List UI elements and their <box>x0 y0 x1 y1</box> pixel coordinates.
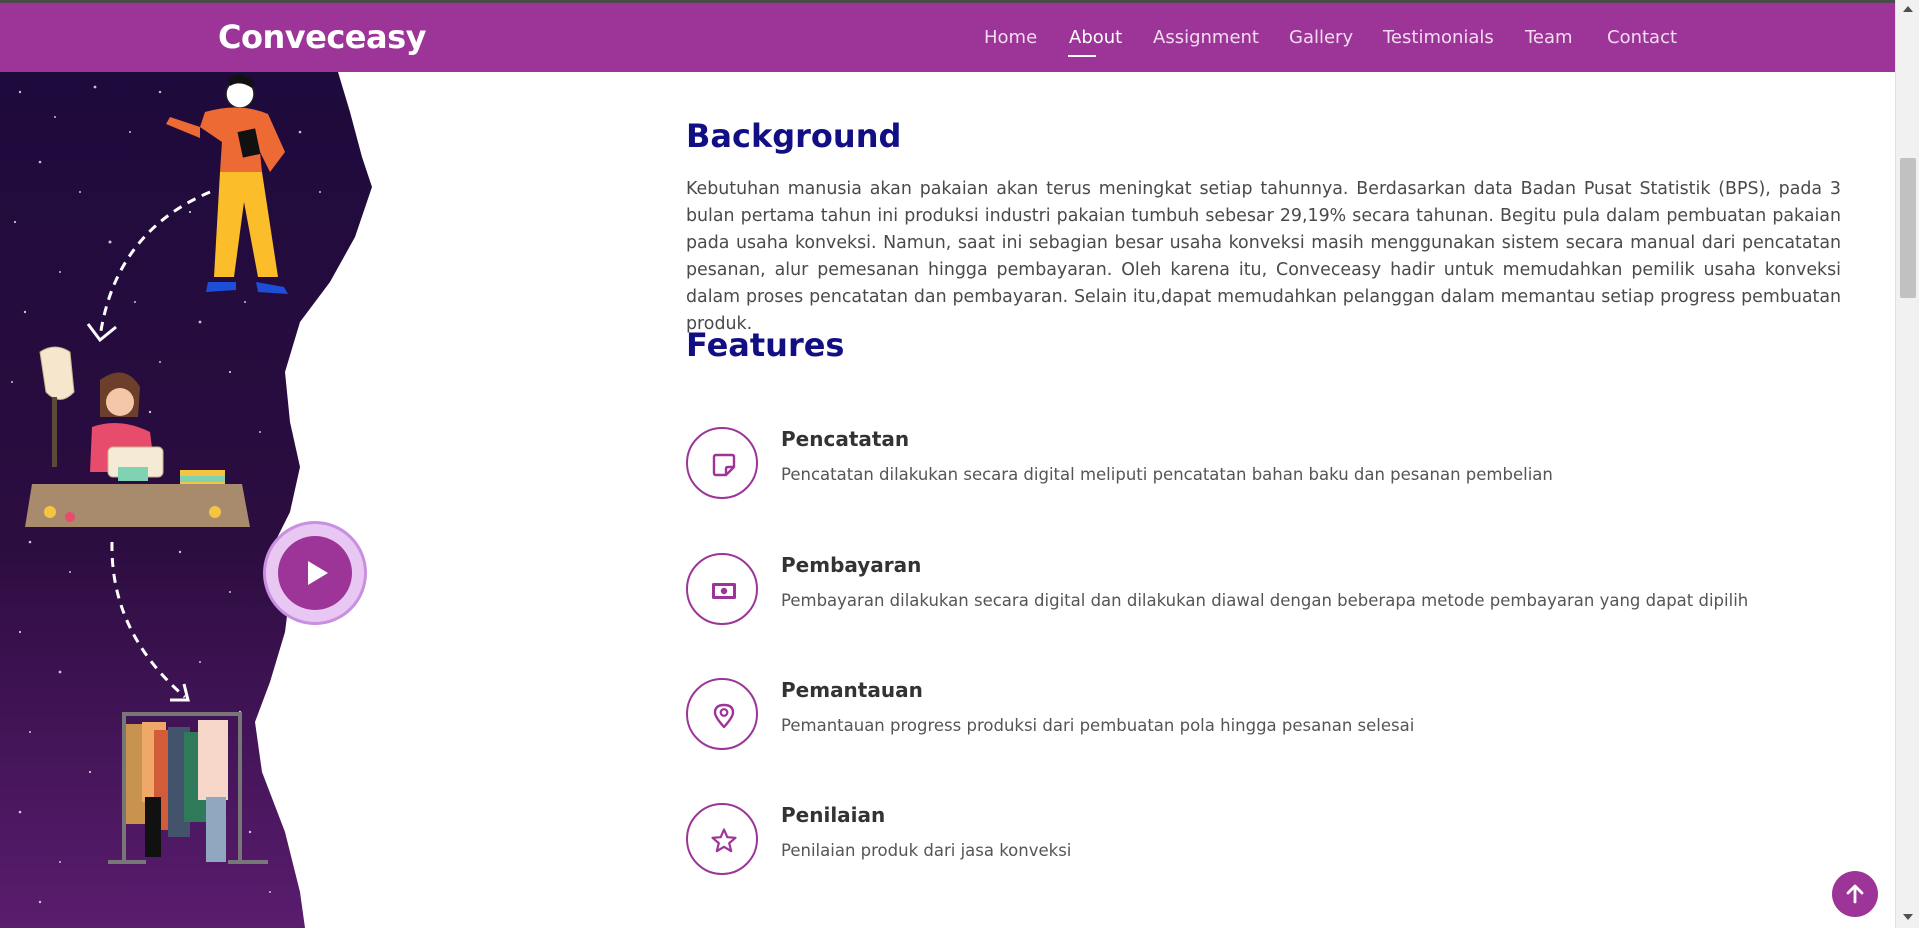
feature-icon-circle <box>686 427 758 499</box>
feature-description: Pembayaran dilakukan secara digital dan … <box>781 591 1749 610</box>
feature-item-pembayaran: Pembayaran Pembayaran dilakukan secara d… <box>686 553 1836 633</box>
play-icon <box>308 561 328 585</box>
scroll-down-arrow[interactable] <box>1903 914 1913 920</box>
background-heading: Background <box>686 117 902 155</box>
feature-title: Pembayaran <box>781 553 922 577</box>
feature-item-penilaian: Penilaian Penilaian produk dari jasa kon… <box>686 803 1836 883</box>
nav-testimonials[interactable]: Testimonials <box>1383 27 1494 48</box>
scroll-up-arrow[interactable] <box>1903 6 1913 12</box>
feature-item-pemantauan: Pemantauan Pemantauan progress produksi … <box>686 678 1836 758</box>
play-button[interactable] <box>278 536 352 610</box>
feature-item-pencatatan: Pencatatan Pencatatan dilakukan secara d… <box>686 427 1836 507</box>
feature-description: Penilaian produk dari jasa konveksi <box>781 841 1072 860</box>
tailoring-process-illustration <box>0 72 372 928</box>
arrow-up-icon <box>1846 884 1864 904</box>
scrollbar-thumb[interactable] <box>1900 158 1916 298</box>
cash-icon <box>712 583 736 599</box>
active-nav-indicator <box>1068 55 1096 57</box>
nav-team[interactable]: Team <box>1525 27 1573 48</box>
feature-title: Pencatatan <box>781 427 910 451</box>
nav-gallery[interactable]: Gallery <box>1289 27 1353 48</box>
star-icon <box>711 828 737 853</box>
page-scrollbar[interactable] <box>1895 0 1919 928</box>
nav-assignment[interactable]: Assignment <box>1153 27 1259 48</box>
main-nav: Home About Assignment Gallery Testimonia… <box>0 27 1895 57</box>
back-to-top-button[interactable] <box>1832 871 1878 917</box>
site-header: Conveceasy Home About Assignment Gallery… <box>0 3 1895 72</box>
feature-description: Pemantauan progress produksi dari pembua… <box>781 716 1415 735</box>
feature-description: Pencatatan dilakukan secara digital meli… <box>781 465 1553 484</box>
feature-title: Pemantauan <box>781 678 923 702</box>
location-pin-icon <box>713 703 735 729</box>
hero-illustration <box>0 72 380 928</box>
nav-contact[interactable]: Contact <box>1607 27 1677 48</box>
feature-icon-circle <box>686 553 758 625</box>
feature-icon-circle <box>686 678 758 750</box>
background-paragraph: Kebutuhan manusia akan pakaian akan teru… <box>686 179 1841 334</box>
features-heading: Features <box>686 326 845 364</box>
feature-title: Penilaian <box>781 803 886 827</box>
feature-icon-circle <box>686 803 758 875</box>
sticky-note-icon <box>712 453 736 477</box>
nav-about[interactable]: About <box>1069 27 1122 48</box>
nav-home[interactable]: Home <box>984 27 1037 48</box>
video-play-button-ring[interactable] <box>263 521 367 625</box>
